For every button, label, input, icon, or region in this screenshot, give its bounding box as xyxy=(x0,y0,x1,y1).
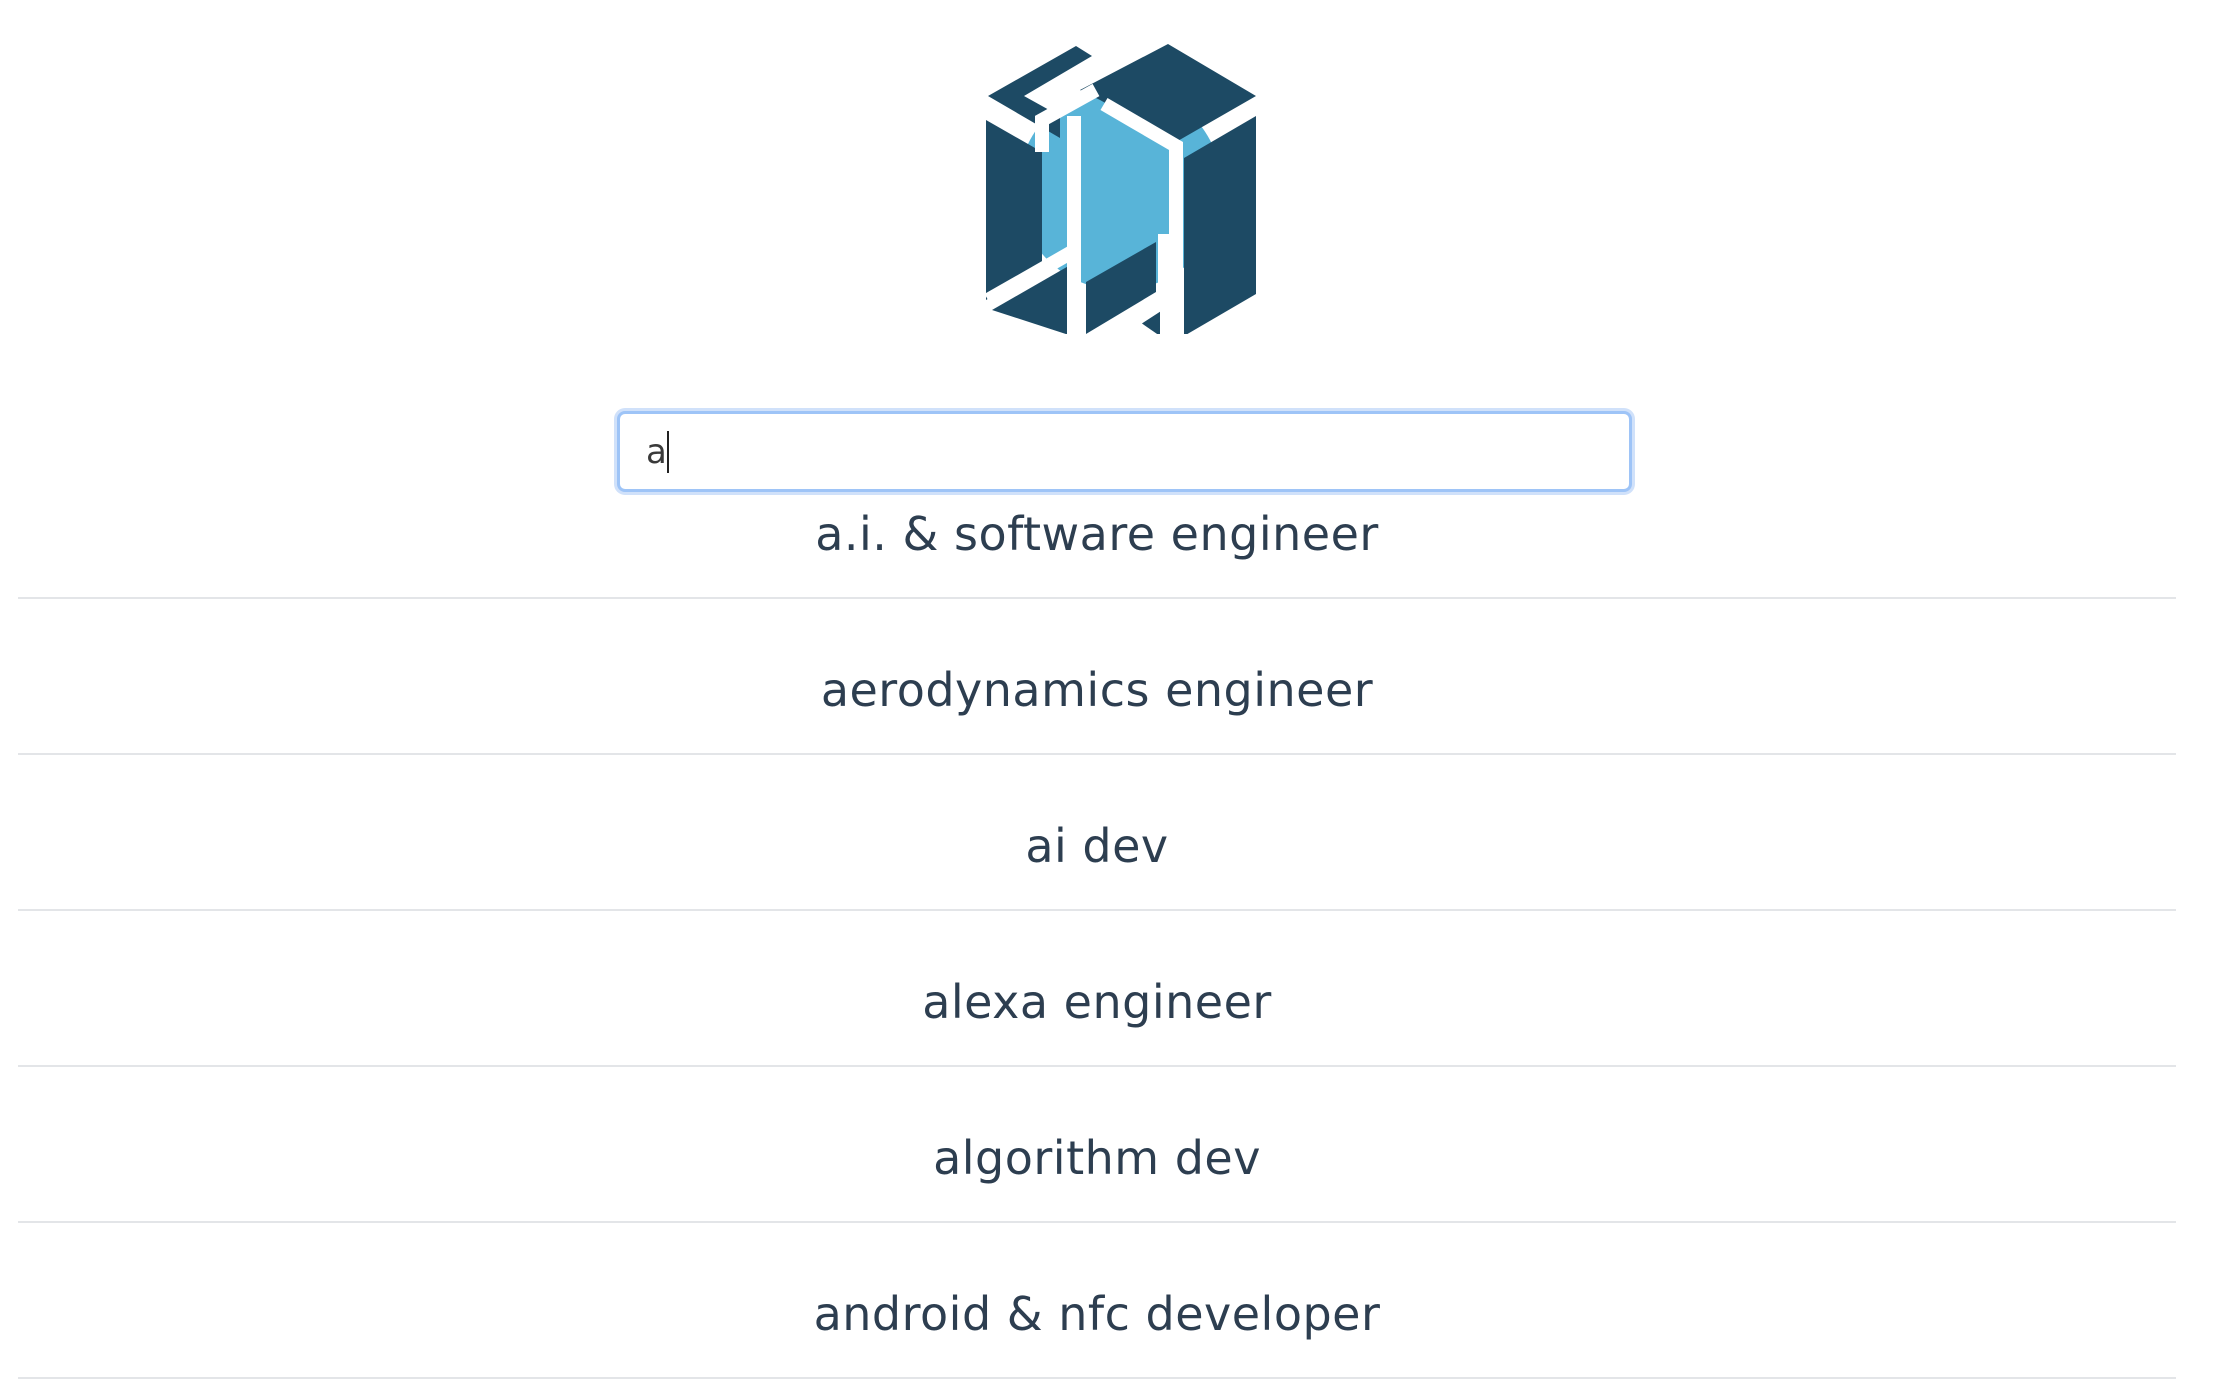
logo-icon xyxy=(984,44,1256,334)
result-item[interactable]: alexa engineer xyxy=(18,911,2176,1067)
result-label[interactable]: android & nfc developer xyxy=(18,1287,2176,1341)
result-label[interactable]: a.i. & software engineer xyxy=(18,507,2176,561)
result-label[interactable]: algorithm dev xyxy=(18,1131,2176,1185)
result-label[interactable]: aerodynamics engineer xyxy=(18,663,2176,717)
result-item[interactable]: algorithm dev xyxy=(18,1067,2176,1223)
result-label[interactable]: ai dev xyxy=(18,819,2176,873)
result-label[interactable]: alexa engineer xyxy=(18,975,2176,1029)
text-caret xyxy=(667,431,669,473)
result-item[interactable]: android & nfc developer xyxy=(18,1223,2176,1379)
result-item[interactable]: ai dev xyxy=(18,755,2176,911)
result-item[interactable]: aerodynamics engineer xyxy=(18,599,2176,755)
result-item[interactable]: a.i. & software engineer xyxy=(18,495,2176,599)
search-box[interactable] xyxy=(617,411,1632,492)
autocomplete-results-list: a.i. & software engineer aerodynamics en… xyxy=(18,495,2176,1379)
search-input[interactable] xyxy=(620,414,1629,489)
